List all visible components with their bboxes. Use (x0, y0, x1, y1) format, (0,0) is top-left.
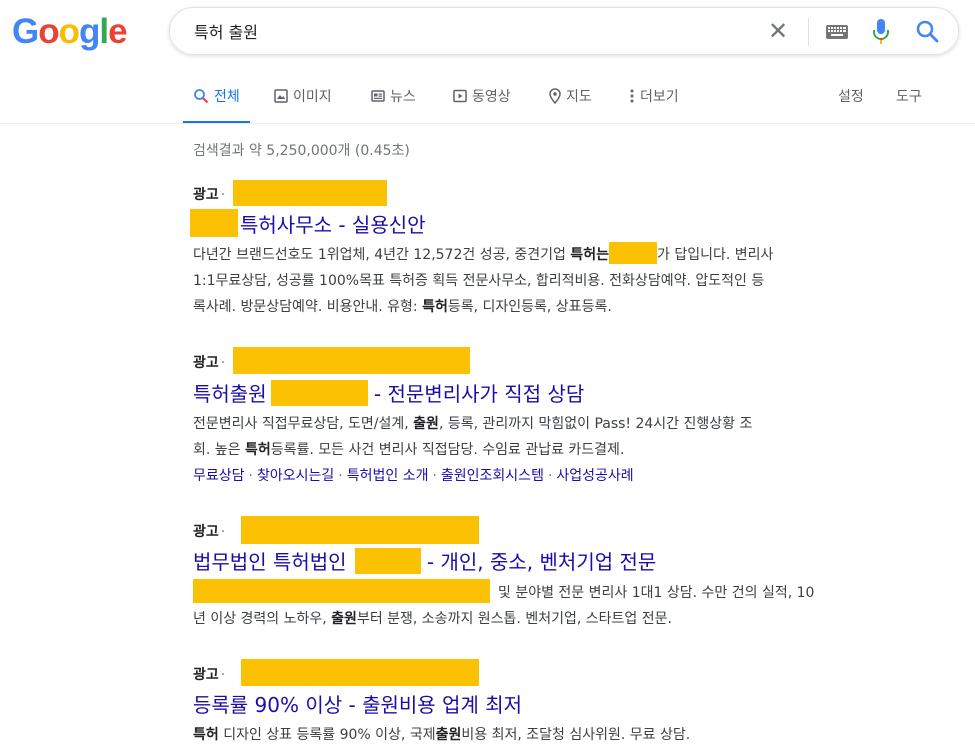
sitelink[interactable]: 출원인조회시스템 (441, 468, 544, 484)
title-part: 법무법인 특허법인 (193, 550, 347, 574)
news-icon (371, 90, 385, 102)
ad-label: 광고 · (193, 187, 226, 203)
search-icon (194, 89, 209, 104)
result-description: 전문변리사 직접무료상담, 도면/설계, 출원, 등록, 관리까지 막힘없이 P… (193, 416, 753, 458)
tab-images-label: 이미지 (293, 89, 332, 105)
result-description: 특허 디자인 상표 등록률 90% 이상, 국제출원비용 최저, 조달청 심사위… (193, 727, 691, 743)
redacted-inline (270, 380, 368, 406)
tab-news-label: 뉴스 (390, 89, 416, 105)
ad-label: 광고 · (193, 667, 226, 683)
sitelink[interactable]: 사업성공사례 (556, 468, 633, 484)
redacted-inline (609, 242, 657, 264)
result-title-link[interactable]: 특허출원 - 전문변리사가 직접 상담 (193, 378, 584, 407)
result-description: 및 분야별 전문 변리사 1대1 상담. 수만 건의 실적, 10 년 이상 경… (193, 579, 893, 632)
sitelink[interactable]: 무료상담 (193, 468, 245, 484)
sitelink[interactable]: 특허법인 소개 (347, 468, 429, 484)
tab-more[interactable]: 더보기 (629, 86, 679, 122)
close-icon[interactable]: ✕ (768, 19, 788, 43)
settings-link[interactable]: 설정 (838, 86, 864, 122)
search-input[interactable] (194, 19, 754, 43)
tab-maps-label: 지도 (566, 89, 592, 105)
result-title-link[interactable]: 등록률 90% 이상 - 출원비용 업계 최저 (193, 689, 522, 718)
sitelinks: 무료상담 · 찾아오시는길 · 특허법인 소개 · 출원인조회시스템 · 사업성공사례 (193, 468, 634, 484)
title-part: 특허출원 (193, 382, 267, 406)
tab-all-label: 전체 (214, 89, 240, 105)
redacted-url (241, 516, 479, 544)
tab-videos[interactable]: 동영상 (453, 86, 511, 122)
ad-label: 광고 · (193, 524, 226, 540)
settings-label: 설정 (838, 89, 864, 105)
sitelink[interactable]: 찾아오시는길 (257, 468, 334, 484)
tab-news[interactable]: 뉴스 (371, 86, 416, 122)
image-icon (274, 89, 288, 103)
redacted-url (233, 180, 387, 206)
search-box: ✕ (169, 7, 959, 55)
redacted-url (241, 659, 479, 686)
keyboard-icon[interactable] (825, 24, 849, 40)
tab-all[interactable]: 전체 (183, 86, 250, 124)
tab-images[interactable]: 이미지 (274, 86, 332, 122)
result-stats: 검색결과 약 5,250,000개 (0.45초) (193, 143, 410, 159)
tab-more-label: 더보기 (640, 89, 679, 105)
video-icon (453, 89, 467, 103)
divider (808, 18, 809, 46)
redacted-inline (193, 579, 490, 603)
map-pin-icon (549, 88, 561, 104)
tools-link[interactable]: 도구 (896, 86, 922, 122)
result-title-link[interactable]: 법무법인 특허법인 - 개인, 중소, 벤처기업 전문 (193, 546, 656, 575)
tab-maps[interactable]: 지도 (549, 86, 592, 122)
search-icon[interactable] (915, 19, 939, 43)
tools-label: 도구 (896, 89, 922, 105)
ad-label: 광고 · (193, 355, 226, 371)
title-part: - 전문변리사가 직접 상담 (367, 382, 585, 406)
more-vert-icon (630, 89, 634, 103)
title-part: - 개인, 중소, 벤처기업 전문 (420, 550, 657, 574)
tab-videos-label: 동영상 (472, 89, 511, 105)
result-title-link[interactable]: 특허사무소 - 실용신안 (240, 209, 426, 238)
redacted-name (190, 209, 238, 237)
redacted-inline (354, 548, 421, 574)
header-divider (0, 123, 975, 124)
microphone-icon[interactable] (871, 18, 891, 46)
result-description: 다년간 브랜드선호도 1위업체, 4년간 12,572건 성공, 중견기업 특허… (193, 242, 893, 320)
redacted-url (233, 347, 470, 374)
google-logo[interactable]: Google (12, 12, 128, 52)
